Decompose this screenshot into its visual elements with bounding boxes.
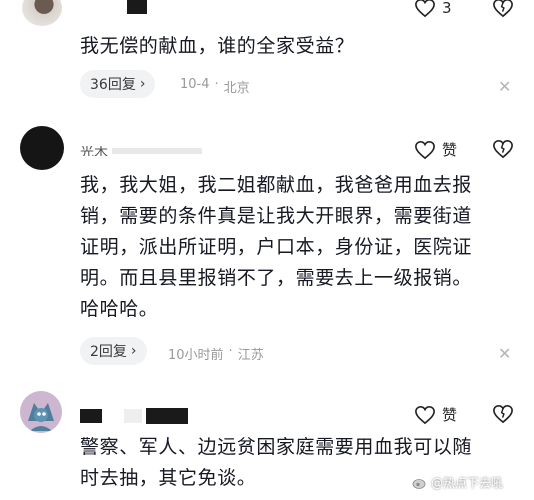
comment-line: 销，需要的条件真是让我大开眼界，需要街道 (80, 205, 473, 227)
comment-line: 警察、军人、边远贫困家庭需要用血我可以随 (80, 436, 473, 458)
like-count: 3 (442, 0, 452, 17)
comment-line: 明。而且县里报销不了，需要去上一级报销。 (80, 267, 473, 289)
username[interactable]: 光木 (80, 146, 108, 156)
meta-separator: · (214, 77, 219, 92)
comment-location: 北京 (223, 81, 250, 96)
comment-line: 哈哈哈。 (80, 298, 159, 320)
username-redacted (80, 409, 102, 423)
chevron-right-icon: › (130, 343, 137, 359)
commenter-avatar[interactable] (20, 126, 64, 170)
reply-count-button[interactable]: 36回复 › (80, 70, 156, 98)
comment-date: 10-4 (180, 77, 210, 92)
comment-text: 我，我大姐，我二姐都献血，我爸爸用血去报 销，需要的条件真是让我大开眼界，需要街… (80, 170, 472, 325)
username-redacted (127, 0, 147, 14)
reply-count-label: 2回复 (90, 344, 127, 360)
weibo-logo-icon (412, 478, 426, 489)
username-redacted (124, 409, 142, 423)
commenter-avatar[interactable] (22, 0, 62, 26)
dislike-button[interactable] (492, 0, 514, 18)
watermark: @热点下去吼 (412, 474, 503, 491)
username-redacted (146, 408, 188, 424)
dislike-button[interactable] (492, 139, 514, 159)
meta-separator: · (228, 344, 233, 359)
close-icon[interactable]: ✕ (498, 77, 511, 96)
broken-heart-icon (493, 404, 513, 424)
comment-meta: 10-4 · 北京 (180, 77, 250, 96)
watermark-text: @热点下去吼 (431, 476, 504, 490)
cartoon-avatar-icon (28, 403, 54, 431)
reply-count-button[interactable]: 2回复 › (80, 337, 147, 365)
broken-heart-icon (493, 139, 513, 159)
close-icon[interactable]: ✕ (498, 344, 511, 363)
comment-date: 10小时前 (168, 348, 224, 363)
username-redacted (112, 148, 202, 154)
dislike-button[interactable] (492, 404, 514, 424)
like-button[interactable]: 赞 (414, 404, 457, 425)
broken-heart-icon (493, 0, 513, 18)
commenter-avatar[interactable] (20, 391, 62, 433)
heart-icon (415, 0, 435, 18)
heart-icon (415, 405, 435, 424)
reply-count-label: 36回复 (90, 77, 136, 93)
heart-icon (415, 140, 435, 159)
like-button[interactable]: 赞 (414, 139, 457, 160)
comment-location: 江苏 (237, 348, 264, 363)
comment-text: 我无偿的献血，谁的全家受益？ (80, 35, 355, 57)
like-button[interactable]: 3 (414, 0, 452, 18)
comment-line: 证明，派出所证明，户口本，身份证，医院证 (80, 236, 473, 258)
chevron-right-icon: › (139, 76, 146, 92)
like-label: 赞 (442, 141, 458, 159)
comment-line: 我，我大姐，我二姐都献血，我爸爸用血去报 (80, 174, 473, 196)
like-label: 赞 (442, 406, 458, 424)
comment-meta: 10小时前 · 江苏 (168, 344, 264, 363)
